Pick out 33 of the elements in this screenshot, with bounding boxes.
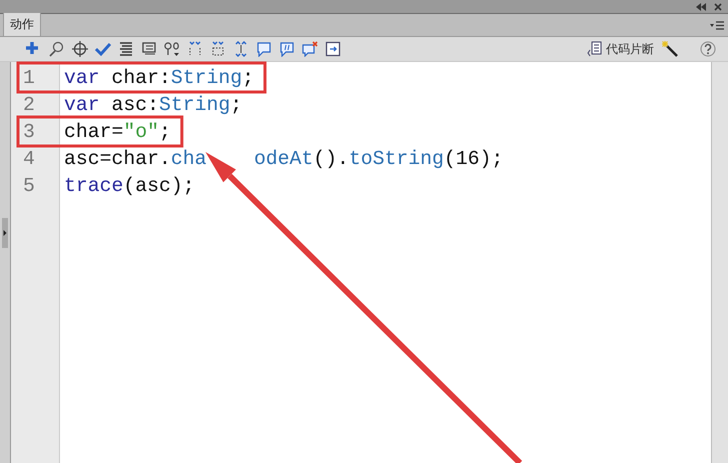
line-comment-icon[interactable] — [279, 41, 295, 57]
align-lines-icon[interactable] — [118, 41, 134, 57]
remove-comment-icon[interactable] — [302, 41, 318, 57]
code-line: trace(asc); — [64, 175, 195, 197]
scrollbar[interactable] — [711, 62, 728, 463]
line-number: 4 — [22, 147, 36, 172]
checkmark-icon[interactable] — [95, 41, 111, 57]
block-comment-icon[interactable] — [256, 41, 272, 57]
collapse-icon[interactable] — [696, 2, 706, 10]
expand-all-icon[interactable] — [233, 41, 249, 57]
line-number: 1 — [22, 66, 36, 91]
panel-menu-icon[interactable] — [710, 20, 724, 30]
search-icon[interactable] — [49, 41, 65, 57]
help-icon[interactable] — [700, 41, 716, 57]
code-snippets-button[interactable]: 代码片断 — [586, 40, 654, 58]
line-number: 3 — [22, 120, 36, 145]
collapse-braces-icon[interactable] — [187, 41, 203, 57]
snippet-icon — [586, 41, 602, 57]
comment-list-icon[interactable] — [141, 41, 157, 57]
code-line: char="o"; — [64, 121, 171, 143]
magic-wand-icon[interactable] — [661, 40, 679, 58]
collapse-selection-icon[interactable] — [210, 41, 226, 57]
toggle-panel-icon[interactable] — [325, 41, 341, 57]
code-line: var char:String; — [64, 67, 254, 89]
panel-tab[interactable]: 动作 — [3, 12, 41, 36]
line-number: 2 — [22, 93, 36, 118]
expand-handle-icon[interactable] — [2, 218, 8, 248]
line-number: 5 — [22, 174, 36, 199]
debug-options-icon[interactable] — [164, 41, 180, 57]
code-line: var asc:String; — [64, 94, 242, 116]
code-line: asc=char.cha odeAt().toString(16); — [64, 148, 504, 170]
crosshair-icon[interactable] — [72, 41, 88, 57]
close-icon[interactable] — [714, 2, 722, 10]
